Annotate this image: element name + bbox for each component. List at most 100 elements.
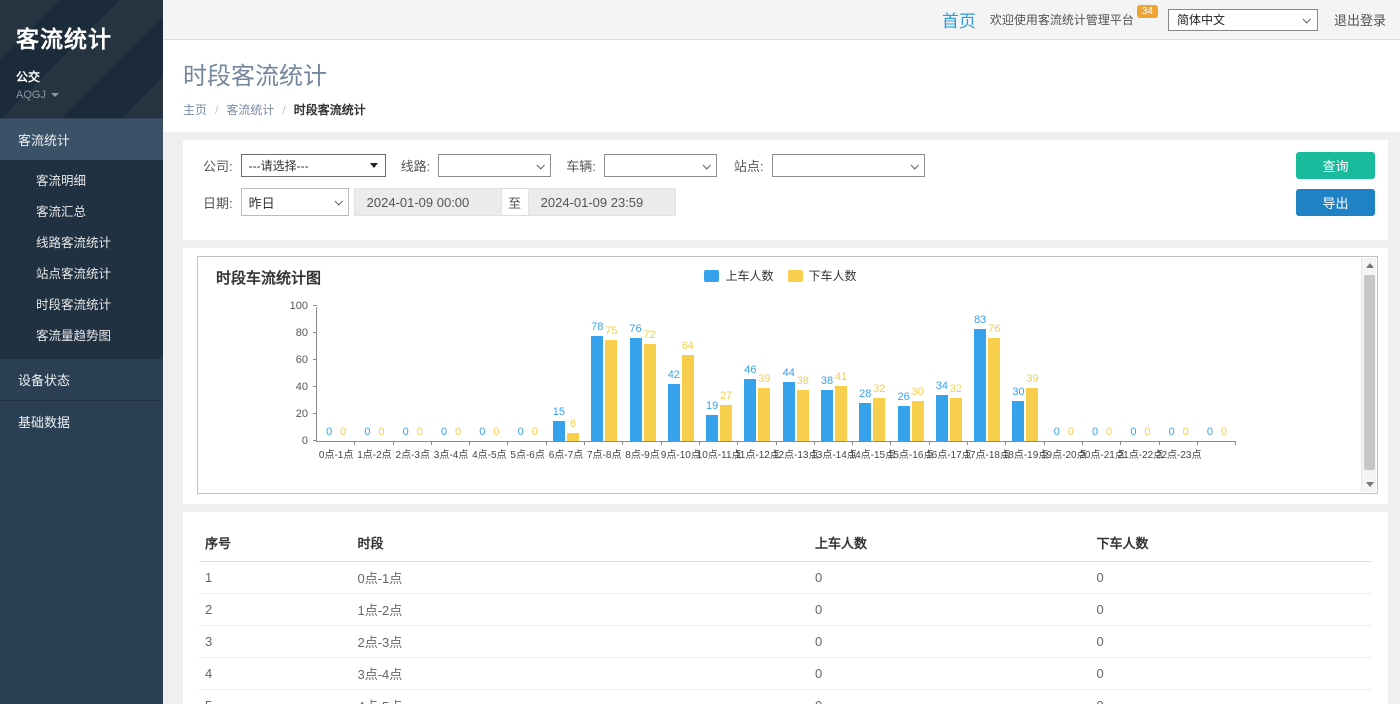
company-label: 公司:: [203, 156, 233, 175]
boarding-bar[interactable]: [783, 382, 795, 441]
alighting-bar[interactable]: [644, 344, 656, 441]
scrollbar-thumb[interactable]: [1364, 275, 1375, 470]
vehicle-label: 车辆:: [566, 156, 596, 175]
vehicle-select[interactable]: [604, 154, 717, 177]
y-axis-tick-mark: [313, 413, 317, 414]
line-select[interactable]: [438, 154, 551, 177]
x-axis-tick-mark: [1082, 441, 1083, 445]
sidebar-submenu-item[interactable]: 线路客流统计: [0, 226, 163, 257]
bar-pair: 4264: [668, 355, 694, 441]
chart-header: 时段车流统计图 上车人数下车人数: [198, 257, 1377, 289]
station-select[interactable]: [772, 154, 925, 177]
x-axis-tick-mark: [967, 441, 968, 445]
boarding-bar[interactable]: [898, 406, 910, 441]
chart-vertical-scrollbar[interactable]: [1361, 258, 1376, 492]
bar-value-label: 0: [1183, 426, 1189, 438]
bar-wrapper: 72: [644, 344, 656, 441]
sidebar-submenu-item[interactable]: 客流汇总: [0, 195, 163, 226]
triangle-down-icon: [370, 163, 378, 168]
bar-pair: 4639: [744, 379, 770, 441]
chart-category-slot: 0020点-21点: [1083, 307, 1121, 441]
logout-link[interactable]: 退出登录: [1334, 10, 1386, 29]
alighting-bar[interactable]: [567, 433, 579, 441]
notification-badge[interactable]: 34: [1137, 5, 1158, 18]
bar-wrapper: 38: [821, 390, 833, 441]
chart-category-slot: 001点-2点: [355, 307, 393, 441]
alighting-bar[interactable]: [950, 398, 962, 441]
sidebar-submenu-item[interactable]: 时段客流统计: [0, 288, 163, 319]
language-select[interactable]: 简体中文: [1168, 9, 1318, 31]
query-button[interactable]: 查询: [1296, 152, 1375, 179]
y-axis-tick-label: 100: [290, 300, 308, 312]
bar-wrapper: 78: [591, 336, 603, 441]
table-cell: 0: [809, 594, 1091, 626]
boarding-bar[interactable]: [859, 403, 871, 441]
y-axis-tick-mark: [313, 359, 317, 360]
bar-pair: 2832: [859, 398, 885, 441]
breadcrumb-home[interactable]: 主页: [183, 101, 207, 118]
boarding-bar[interactable]: [821, 390, 833, 441]
table-row: 43点-4点00: [199, 658, 1372, 690]
export-button[interactable]: 导出: [1296, 189, 1375, 216]
date-to-input[interactable]: 2024-01-09 23:59: [528, 188, 676, 216]
sidebar-menu-item[interactable]: 设备状态: [0, 358, 163, 400]
chart-plot-area: 000点-1点001点-2点002点-3点003点-4点004点-5点005点-…: [316, 307, 1236, 442]
alighting-bar[interactable]: [912, 401, 924, 442]
alighting-bar[interactable]: [835, 386, 847, 441]
boarding-bar[interactable]: [591, 336, 603, 441]
breadcrumb-section[interactable]: 客流统计: [226, 101, 274, 118]
sidebar-menu-item[interactable]: 客流统计: [0, 118, 163, 160]
bar-wrapper: 83: [974, 329, 986, 441]
alighting-bar[interactable]: [873, 398, 885, 441]
sidebar-submenu-item[interactable]: 站点客流统计: [0, 257, 163, 288]
date-from-input[interactable]: 2024-01-09 00:00: [354, 188, 502, 216]
boarding-bar[interactable]: [744, 379, 756, 441]
boarding-bar[interactable]: [1012, 401, 1024, 442]
scroll-up-arrow-icon[interactable]: [1362, 258, 1377, 273]
boarding-bar[interactable]: [630, 338, 642, 441]
chart-category-slot: 303918点-19点: [1006, 307, 1044, 441]
filter-panel: 公司: ---请选择--- 线路: 车辆: 站点:: [183, 140, 1388, 240]
sidebar-menu-item[interactable]: 基础数据: [0, 400, 163, 442]
app-root: 客流统计 公交 AQGJ 客流统计客流明细客流汇总线路客流统计站点客流统计时段客…: [0, 0, 1400, 704]
x-axis-tick-mark: [890, 441, 891, 445]
sidebar-submenu-item[interactable]: 客流量趋势图: [0, 319, 163, 350]
alighting-bar[interactable]: [682, 355, 694, 441]
date-preset-select[interactable]: 昨日: [241, 188, 349, 216]
date-preset-value: 昨日: [249, 193, 275, 212]
boarding-bar[interactable]: [974, 329, 986, 441]
bar-value-label: 19: [706, 400, 718, 412]
x-axis-tick-mark: [1197, 441, 1198, 445]
alighting-bar[interactable]: [758, 388, 770, 441]
bar-wrapper: 42: [668, 384, 680, 441]
home-link[interactable]: 首页: [942, 7, 976, 32]
org-name: 公交: [16, 68, 163, 85]
bar-value-label: 0: [1068, 426, 1074, 438]
table-cell: 0: [809, 658, 1091, 690]
boarding-bar[interactable]: [668, 384, 680, 441]
alighting-bar[interactable]: [797, 390, 809, 441]
bar-wrapper: 15: [553, 421, 565, 441]
x-axis-label: 3点-4点: [434, 446, 468, 461]
table-cell: 0: [1090, 562, 1372, 594]
y-axis-tick-mark: [313, 386, 317, 387]
alighting-bar[interactable]: [605, 340, 617, 441]
x-axis-tick-mark: [1235, 441, 1236, 445]
chart-category-slot: 004点-5点: [470, 307, 508, 441]
legend-item[interactable]: 下车人数: [788, 267, 857, 284]
company-select[interactable]: ---请选择---: [241, 154, 386, 177]
bar-wrapper: 64: [682, 355, 694, 441]
boarding-bar[interactable]: [553, 421, 565, 441]
alighting-bar[interactable]: [1026, 388, 1038, 441]
alighting-bar[interactable]: [988, 338, 1000, 441]
sidebar-submenu-item[interactable]: 客流明细: [0, 164, 163, 195]
legend-item[interactable]: 上车人数: [704, 267, 773, 284]
user-menu[interactable]: AQGJ: [16, 89, 163, 101]
boarding-bar[interactable]: [706, 415, 718, 441]
alighting-bar[interactable]: [720, 405, 732, 441]
scroll-down-arrow-icon[interactable]: [1362, 477, 1377, 492]
boarding-bar[interactable]: [936, 395, 948, 441]
bar-wrapper: 76: [988, 338, 1000, 441]
bar-value-label: 0: [403, 426, 409, 438]
table-cell: 0: [1090, 594, 1372, 626]
